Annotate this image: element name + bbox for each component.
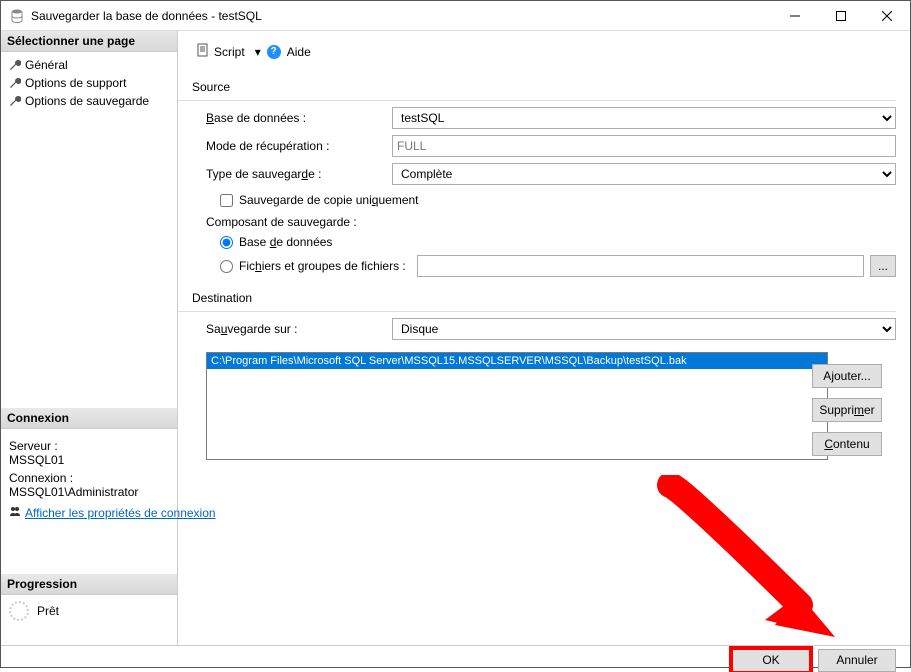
wrench-icon	[9, 95, 21, 107]
page-general[interactable]: Général	[5, 56, 173, 74]
divider	[178, 100, 896, 101]
recovery-label: Mode de récupération :	[206, 139, 392, 153]
minimize-button[interactable]	[772, 1, 818, 31]
backup-type-label: Type de sauvegarde :	[206, 167, 392, 181]
maximize-button[interactable]	[818, 1, 864, 31]
sidebar: Sélectionner une page Général Options de…	[1, 31, 178, 645]
component-files-label: Fichiers et groupes de fichiers :	[239, 259, 411, 273]
page-label: Options de support	[25, 76, 126, 90]
highlight-arrow	[650, 475, 850, 655]
window-title: Sauvegarder la base de données - testSQL	[31, 9, 772, 23]
page-label: Général	[25, 58, 68, 72]
script-button[interactable]: Script	[192, 41, 249, 62]
component-files-radio[interactable]	[220, 260, 233, 273]
progress-panel: Prêt	[1, 595, 177, 627]
connection-panel: Serveur : MSSQL01 Connexion : MSSQL01\Ad…	[1, 429, 177, 526]
component-database-label: Base de données	[239, 235, 332, 249]
browse-files-button[interactable]: ...	[870, 255, 896, 277]
backup-to-select[interactable]: Disque	[392, 318, 896, 340]
destination-list[interactable]: C:\Program Files\Microsoft SQL Server\MS…	[206, 352, 828, 460]
destination-item[interactable]: C:\Program Files\Microsoft SQL Server\MS…	[207, 353, 827, 369]
script-icon	[196, 43, 210, 60]
page-label: Options de sauvegarde	[25, 94, 149, 108]
component-database-radio[interactable]	[220, 236, 233, 249]
close-button[interactable]	[864, 1, 910, 31]
copy-only-label: Sauvegarde de copie uniquement	[239, 193, 419, 207]
copy-only-checkbox[interactable]	[220, 194, 233, 207]
files-input	[417, 255, 864, 277]
window-controls	[772, 1, 910, 31]
ok-button-highlight: OK	[732, 649, 810, 672]
destination-group: Destination Sauvegarde sur : Disque C:\P…	[192, 291, 896, 460]
backup-type-select[interactable]: Complète	[392, 163, 896, 185]
page-backup-options[interactable]: Options de sauvegarde	[5, 92, 173, 110]
help-icon: ?	[267, 45, 281, 59]
divider	[178, 311, 896, 312]
server-value: MSSQL01	[9, 453, 169, 467]
server-label: Serveur :	[9, 439, 169, 453]
select-page-header: Sélectionner une page	[1, 31, 177, 52]
title-bar: Sauvegarder la base de données - testSQL	[1, 1, 910, 31]
database-icon	[9, 8, 25, 24]
source-group: Source Base de données : testSQL Mode de…	[192, 80, 896, 277]
backup-to-label: Sauvegarde sur :	[206, 322, 392, 336]
people-icon	[9, 505, 21, 520]
connection-label: Connexion :	[9, 471, 169, 485]
spinner-icon	[9, 601, 29, 621]
page-media-options[interactable]: Options de support	[5, 74, 173, 92]
script-label: Script	[214, 45, 245, 59]
contents-button[interactable]: Contenu	[812, 432, 882, 456]
database-label: Base de données :	[206, 111, 392, 125]
help-button[interactable]: Aide	[287, 45, 311, 59]
source-title: Source	[192, 80, 896, 94]
progress-header: Progression	[1, 574, 177, 595]
remove-button[interactable]: Supprimer	[812, 398, 882, 422]
ok-button[interactable]: OK	[732, 649, 810, 672]
connection-value: MSSQL01\Administrator	[9, 485, 169, 499]
wrench-icon	[9, 77, 21, 89]
database-select[interactable]: testSQL	[392, 107, 896, 129]
add-button[interactable]: Ajouter...	[812, 364, 882, 388]
view-connection-props-link[interactable]: Afficher les propriétés de connexion	[9, 505, 169, 520]
destination-title: Destination	[192, 291, 896, 305]
recovery-field	[392, 135, 896, 157]
connection-header: Connexion	[1, 408, 177, 429]
cancel-button[interactable]: Annuler	[818, 649, 896, 672]
wrench-icon	[9, 59, 21, 71]
dropdown-arrow-icon[interactable]: ▾	[255, 45, 261, 59]
progress-status: Prêt	[37, 604, 59, 618]
page-list: Général Options de support Options de sa…	[1, 52, 177, 114]
toolbar: Script ▾ ? Aide	[192, 39, 896, 72]
component-label: Composant de sauvegarde :	[206, 215, 896, 229]
main-panel: Script ▾ ? Aide Source Base de données :…	[178, 31, 910, 645]
